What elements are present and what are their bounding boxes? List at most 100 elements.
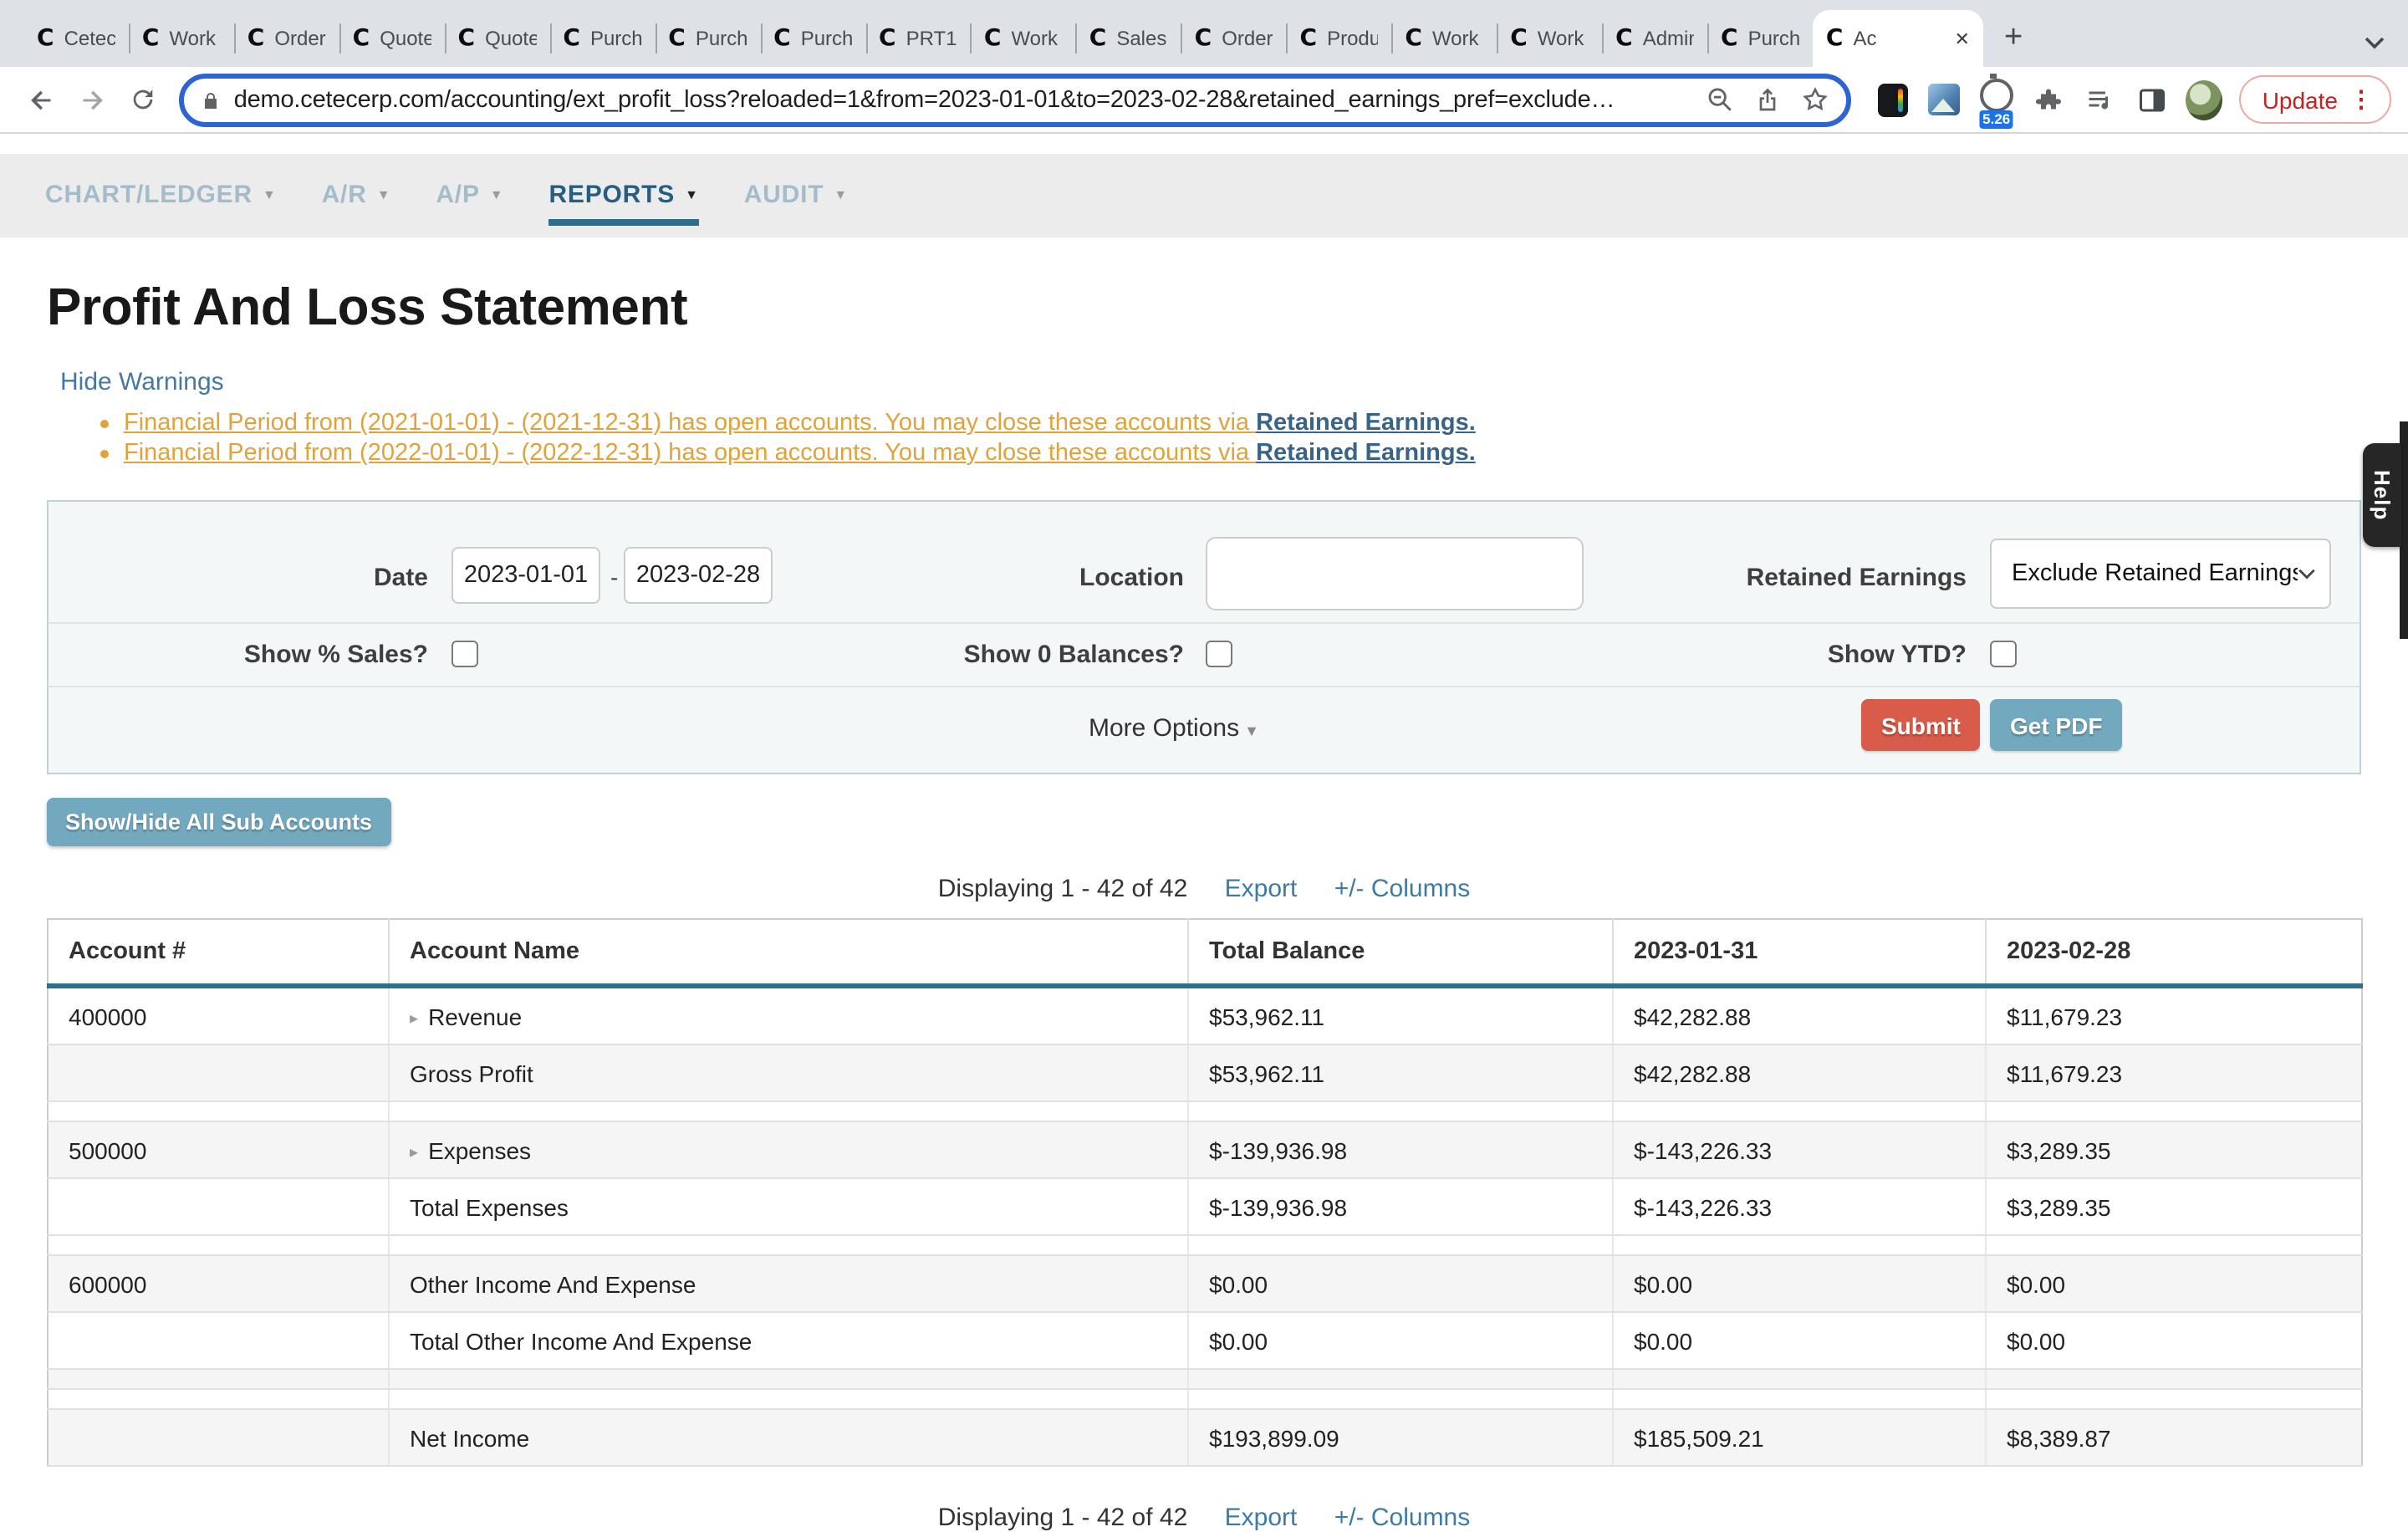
warning-item: Financial Period from (2022-01-01) - (20… [124,438,2408,468]
column-header: 2023-02-28 [1986,919,2362,986]
zoom-out-icon[interactable] [1706,85,1734,114]
pagination-bottom: Displaying 1 - 42 of 42 Export +/- Colum… [0,1504,2408,1532]
browser-tab[interactable]: C Work ✕ [1497,10,1602,67]
browser-tab[interactable]: C Produ ✕ [1287,10,1392,67]
submit-button[interactable]: Submit [1861,699,1981,751]
more-options-button[interactable]: More Options▼ [1089,714,1259,743]
account-number-cell [48,1044,389,1101]
browser-tab[interactable]: C Purch ✕ [549,10,655,67]
share-icon[interactable] [1754,85,1781,114]
extension-image-icon[interactable] [1926,81,1963,118]
month2-cell[interactable]: $0.00 [1986,1255,2362,1312]
show-zero-checkbox[interactable] [1206,641,1232,667]
date-range-separator: - [610,564,618,590]
browser-tab[interactable]: C Sales ✕ [1076,10,1181,67]
show-sales-label: Show % Sales? [216,641,428,669]
browser-tab[interactable]: C Purch ✕ [1707,10,1813,67]
spacer-row [48,1101,2362,1121]
cetec-favicon-icon: C [142,25,160,52]
export-link[interactable]: Export [1225,875,1298,903]
extension-timer-icon[interactable]: 5.26 [1978,81,2015,118]
forward-button[interactable] [73,78,114,121]
month2-cell[interactable]: $3,289.35 [1986,1121,2362,1178]
browser-tab[interactable]: C Cetec ✕ [23,10,129,67]
back-button[interactable] [22,78,63,121]
hide-warnings-link[interactable]: Hide Warnings [60,368,224,396]
browser-tab[interactable]: C Quote ✕ [445,10,550,67]
columns-link[interactable]: +/- Columns [1334,1504,1471,1532]
reading-list-icon[interactable] [2082,81,2119,118]
extensions-row: 5.26 [1875,81,2222,118]
update-button[interactable]: Update ⋮ [2239,75,2391,124]
profit-loss-table: Account #Account NameTotal Balance2023-0… [47,918,2363,1467]
side-panel-icon[interactable] [2134,81,2171,118]
month1-cell[interactable]: $42,282.88 [1613,986,1986,1044]
nav-item-chart-ledger[interactable]: CHART/LEDGER ▼ [45,154,277,237]
month2-cell: $3,289.35 [1986,1178,2362,1235]
caret-down-icon: ▼ [490,154,504,237]
browser-tab[interactable]: C Admin ✕ [1602,10,1707,67]
tab-close-icon[interactable]: ✕ [1954,28,1969,49]
show-ytd-label: Show YTD? [1754,641,1967,669]
columns-link[interactable]: +/- Columns [1334,875,1471,903]
nav-item-a-p[interactable]: A/P ▼ [436,154,503,237]
toggle-subaccounts-button[interactable]: Show/Hide All Sub Accounts [47,798,390,846]
month2-cell: $8,389.87 [1986,1409,2362,1466]
table-row: 400000 ▸Revenue $53,962.11 $42,282.88 $1… [48,986,2362,1044]
warnings-list: Financial Period from (2021-01-01) - (20… [0,408,2408,468]
column-header: Total Balance [1188,919,1613,986]
cetec-favicon-icon: C [984,25,1002,52]
browser-tab[interactable]: C Work ✕ [971,10,1076,67]
extension-doc-icon[interactable] [1875,81,1911,118]
extensions-puzzle-icon[interactable] [2030,81,2067,118]
browser-tab[interactable]: C Ac ✕ [1813,10,1983,67]
url-bar[interactable]: demo.cetecerp.com/accounting/ext_profit_… [179,73,1851,126]
nav-item-audit[interactable]: AUDIT ▼ [744,154,848,237]
spacer-row [48,1369,2362,1389]
browser-tab[interactable]: C Purch ✕ [760,10,865,67]
url-text: demo.cetecerp.com/accounting/ext_profit_… [234,86,1692,113]
account-number-cell [48,1409,389,1466]
date-to-input[interactable] [624,547,773,604]
month2-cell: $0.00 [1986,1312,2362,1369]
reload-button[interactable] [123,78,164,121]
month1-cell[interactable]: $-143,226.33 [1613,1121,1986,1178]
browser-tab[interactable]: C Order ✕ [234,10,339,67]
location-label: Location [985,564,1184,592]
caret-down-icon: ▼ [834,154,848,237]
expand-triangle-icon[interactable]: ▸ [410,1143,418,1162]
tab-search-chevron-icon[interactable] [2365,37,2385,50]
month1-cell: $0.00 [1613,1312,1986,1369]
date-label: Date [266,564,428,592]
retained-earnings-select[interactable]: Exclude Retained Earnings On 'A [1990,539,2331,609]
lock-icon [201,88,221,111]
nav-item-reports[interactable]: REPORTS ▼ [548,154,698,237]
browser-tab[interactable]: C Order ✕ [1181,10,1287,67]
browser-menu-icon[interactable]: ⋮ [2349,85,2373,114]
browser-tab[interactable]: C Work ✕ [1391,10,1497,67]
tabs-container: C Cetec ✕ C Work ✕ C Order ✕ C Quote ✕ C… [23,10,1983,67]
get-pdf-button[interactable]: Get PDF [1990,699,2122,751]
help-tab[interactable]: Help [2363,443,2401,547]
retained-earnings-label: Retained Earnings [1704,564,1967,592]
browser-tab[interactable]: C Work ✕ [129,10,234,67]
location-input[interactable] [1206,537,1584,610]
total-balance-cell: $-139,936.98 [1188,1178,1613,1235]
month2-cell[interactable]: $11,679.23 [1986,986,2362,1044]
browser-tab[interactable]: C PRT1 ✕ [865,10,971,67]
export-link[interactable]: Export [1225,1504,1298,1532]
show-sales-checkbox[interactable] [452,641,478,667]
expand-triangle-icon[interactable]: ▸ [410,1009,418,1028]
account-name-cell: ▸Other Income And Expense [389,1255,1188,1312]
month1-cell[interactable]: $0.00 [1613,1255,1986,1312]
show-ytd-checkbox[interactable] [1990,641,2017,667]
profile-avatar[interactable] [2186,81,2222,118]
total-balance-cell: $193,899.09 [1188,1409,1613,1466]
browser-tab[interactable]: C Purch ✕ [655,10,760,67]
nav-item-a-r[interactable]: A/R ▼ [322,154,391,237]
browser-tab[interactable]: C Quote ✕ [339,10,445,67]
date-from-input[interactable] [452,547,600,604]
new-tab-button[interactable]: + [1990,15,2037,62]
table-row: ▸Total Other Income And Expense $0.00 $0… [48,1312,2362,1369]
bookmark-star-icon[interactable] [1801,85,1829,114]
